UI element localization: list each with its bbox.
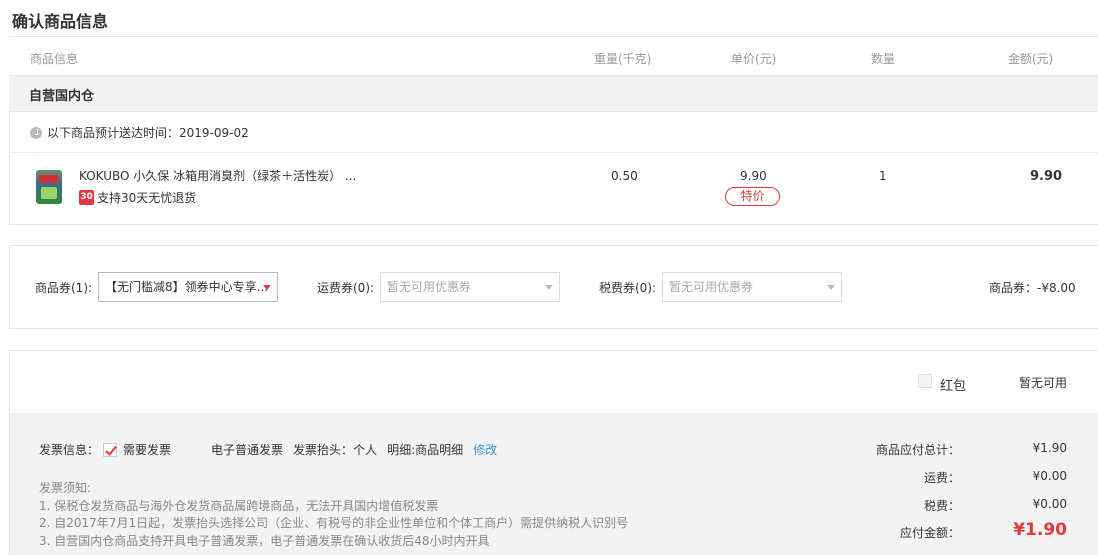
- notes-item: 2. 自2017年7月1日起，发票抬头选择公司（企业、有税号的非企业性单位和个体…: [39, 516, 629, 530]
- goods-coupon-label: 商品券(1):: [35, 281, 93, 295]
- invoice-notes: 发票须知: 1. 保税仓发货商品与海外仓发货商品属跨境商品，无法开具国内增值税发…: [39, 480, 628, 550]
- shipping-coupon-select[interactable]: 暂无可用优惠券: [380, 272, 560, 302]
- delivery-info: 以下商品预计送达时间：2019-09-02: [30, 124, 249, 141]
- caret-down-icon: [827, 285, 835, 290]
- product-amount: 9.90: [1030, 169, 1063, 184]
- goods-coupon-select[interactable]: 【无门槛减8】领券中心专享...: [98, 272, 278, 302]
- col-header-amount: 金额(元): [1008, 52, 1054, 66]
- special-price-badge: 特价: [725, 187, 780, 206]
- notes-item: 3. 自营国内仓商品支持开具电子普通发票，电子普通发票在确认收货后48小时内开具: [39, 533, 490, 548]
- tax-fee-label: 税费：: [923, 499, 960, 513]
- red-packet-label: 红包: [940, 379, 967, 394]
- red-packet-checkbox[interactable]: [918, 374, 932, 388]
- product-unit-price: 9.90: [740, 169, 767, 183]
- product-name-link[interactable]: KOKUBO 小久保 冰箱用消臭剂（绿茶＋活性炭） ...: [79, 167, 356, 184]
- goods-total-value: ¥1.90: [1032, 441, 1067, 455]
- tax-coupon-select[interactable]: 暂无可用优惠券: [662, 272, 842, 302]
- payable-value: ¥1.90: [1013, 520, 1067, 540]
- need-invoice-text: 需要发票: [123, 443, 172, 457]
- shipping-fee-value: ¥0.00: [1032, 469, 1067, 483]
- invoice-header: 发票抬头：个人: [293, 443, 378, 457]
- tax-coupon-label: 税费券(0):: [599, 281, 657, 295]
- col-header-weight: 重量(千克): [594, 52, 652, 66]
- goods-total-label: 商品应付总计：: [875, 443, 960, 457]
- caret-down-icon: [545, 285, 553, 290]
- invoice-label: 发票信息：: [39, 443, 100, 457]
- return-30-icon: 30: [79, 190, 94, 205]
- invoice-type: 电子普通发票: [211, 443, 284, 457]
- invoice-modify-link[interactable]: 修改: [473, 441, 497, 458]
- goods-coupon-selected: 【无门槛减8】领券中心专享...: [105, 280, 269, 294]
- red-packet-section: [9, 350, 1098, 414]
- title-divider: [9, 36, 1098, 37]
- shipping-coupon-label: 运费券(0):: [317, 281, 375, 295]
- red-packet-status: 暂无可用: [1019, 376, 1068, 390]
- col-header-unit-price: 单价(元): [731, 52, 777, 66]
- return-policy: 30 支持30天无忧退货: [79, 189, 196, 206]
- warehouse-header: [9, 75, 1098, 112]
- col-header-qty: 数量: [871, 52, 896, 66]
- invoice-detail: 明细:商品明细: [387, 443, 464, 457]
- clock-icon: [30, 126, 42, 139]
- shipping-fee-label: 运费：: [923, 471, 960, 485]
- product-weight: 0.50: [611, 169, 638, 183]
- page-title: 确认商品信息: [12, 12, 109, 31]
- delivery-text: 以下商品预计送达时间：2019-09-02: [47, 126, 249, 140]
- tax-fee-value: ¥0.00: [1032, 497, 1067, 511]
- shipping-coupon-placeholder: 暂无可用优惠券: [387, 280, 472, 294]
- invoice-row: 发票信息： 需要发票 电子普通发票 发票抬头：个人 明细:商品明细 修改: [39, 441, 497, 458]
- product-thumbnail[interactable]: [36, 170, 62, 204]
- row-divider: [10, 152, 1098, 153]
- product-qty: 1: [879, 169, 887, 183]
- tax-coupon-placeholder: 暂无可用优惠券: [669, 280, 754, 294]
- return-policy-text: 支持30天无忧退货: [97, 191, 197, 205]
- payable-label: 应付金额：: [899, 526, 960, 540]
- coupon-discount: 商品券：-¥8.00: [989, 281, 1076, 295]
- col-header-info: 商品信息: [30, 52, 79, 66]
- need-invoice-checkbox[interactable]: [103, 442, 118, 457]
- notes-title: 发票须知:: [39, 481, 92, 495]
- notes-item: 1. 保税仓发货商品与海外仓发货商品属跨境商品，无法开具国内增值税发票: [39, 498, 439, 513]
- warehouse-title: 自营国内仓: [29, 89, 95, 104]
- caret-down-icon: [263, 285, 271, 290]
